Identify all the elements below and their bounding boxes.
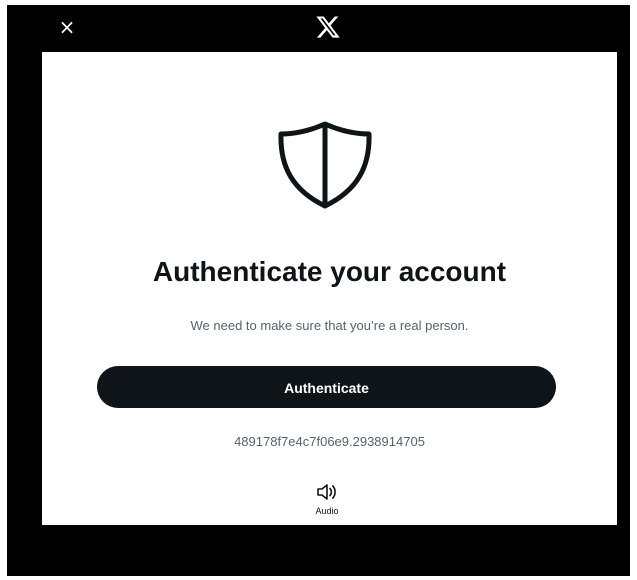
top-bar: × [7,5,630,51]
page: × Authenticate your account We need to m… [0,0,637,580]
audio-label: Audio [315,506,339,516]
page-title: Authenticate your account [152,256,507,287]
shield-icon [278,121,372,209]
page-subtitle: We need to make sure that you’re a real … [190,318,469,333]
auth-window: × Authenticate your account We need to m… [7,5,630,576]
session-id-text: 489178f7e4c7f06e9.2938914705 [234,434,425,449]
authenticate-button[interactable]: Authenticate [97,366,556,408]
auth-card: Authenticate your account We need to mak… [42,52,617,525]
close-button[interactable]: × [55,15,79,39]
x-logo-icon [316,16,340,38]
audio-button[interactable]: Audio [307,482,347,522]
speaker-icon [317,484,336,500]
close-icon: × [58,15,76,39]
